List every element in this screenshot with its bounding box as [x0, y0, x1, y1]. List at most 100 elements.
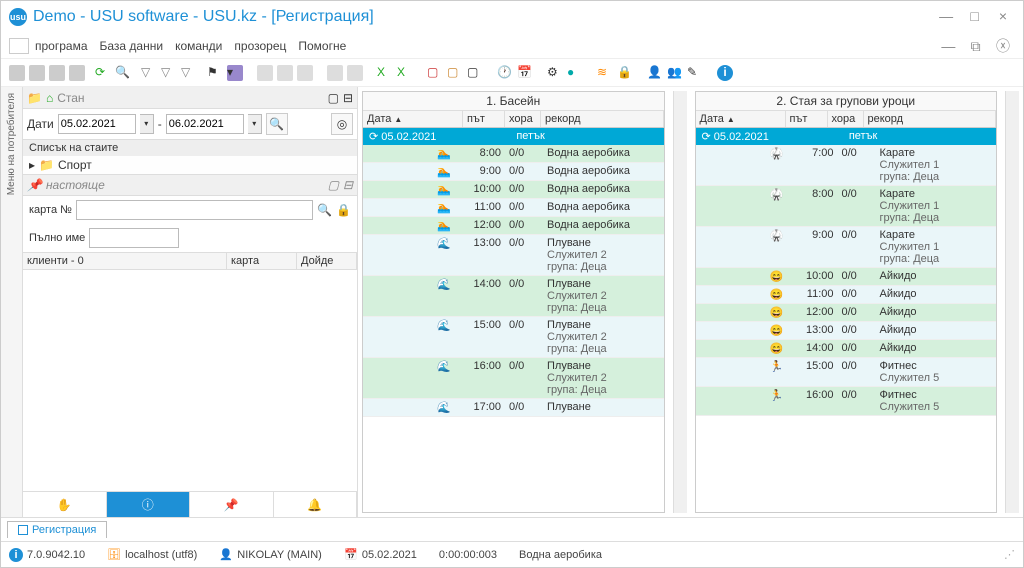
user-icon[interactable]: 👤	[647, 65, 663, 81]
col-people[interactable]: хора	[828, 111, 864, 127]
crumb-label[interactable]: Стан	[57, 91, 84, 105]
calendar-icon[interactable]: 📅	[517, 65, 533, 81]
hand-button[interactable]: ✋	[23, 492, 107, 517]
info-button[interactable]: ⓘ	[107, 492, 191, 517]
lock-icon[interactable]: 🔒	[617, 65, 633, 81]
maximize-button[interactable]: □	[963, 8, 987, 24]
schedule-row[interactable]: 🌊 15:00 0/0 ПлуванеСлужител 2група: Деца	[363, 317, 664, 358]
child-close-button[interactable]: ⓧ	[991, 36, 1015, 56]
filter-icon[interactable]: ▽	[141, 65, 157, 81]
child-minimize-button[interactable]: —	[936, 38, 960, 54]
tool-icon[interactable]: ▢	[447, 65, 463, 81]
schedule-row[interactable]: 🏃 16:00 0/0 ФитнесСлужител 5	[696, 387, 997, 416]
folder-icon[interactable]: 📁	[27, 91, 42, 105]
schedule-row[interactable]: 😄 12:00 0/0 Айкидо	[696, 304, 997, 322]
menu-help[interactable]: Помогне	[298, 39, 346, 53]
schedule-row[interactable]: 🏊 11:00 0/0 Водна аеробика	[363, 199, 664, 217]
col-record[interactable]: рекорд	[541, 111, 664, 127]
date-from-dropdown[interactable]: ▾	[140, 114, 154, 134]
excel-icon[interactable]: X	[377, 65, 393, 81]
schedule-row[interactable]: 🥋 7:00 0/0 КаратеСлужител 1група: Деца	[696, 145, 997, 186]
tab-registration[interactable]: Регистрация	[7, 521, 107, 538]
users-icon[interactable]: 👥	[667, 65, 683, 81]
search-button[interactable]: 🔍	[266, 113, 288, 135]
gear-icon[interactable]: ⚙	[547, 65, 563, 81]
menu-window[interactable]: прозорец	[234, 39, 286, 53]
child-restore-button[interactable]: ⧉	[964, 38, 988, 55]
bell-button[interactable]: 🔔	[274, 492, 358, 517]
schedule-row[interactable]: 🌊 13:00 0/0 ПлуванеСлужител 2група: Деца	[363, 235, 664, 276]
excel-icon[interactable]: X	[397, 65, 413, 81]
info-icon[interactable]: i	[717, 65, 733, 81]
tool-icon[interactable]: ▢	[467, 65, 483, 81]
schedule-row[interactable]: 🏊 10:00 0/0 Водна аеробика	[363, 181, 664, 199]
col-record[interactable]: рекорд	[864, 111, 997, 127]
image-icon[interactable]: ▾	[227, 65, 243, 81]
tool-icon[interactable]	[347, 65, 363, 81]
tool-icon[interactable]	[257, 65, 273, 81]
schedule-row[interactable]: 🌊 16:00 0/0 ПлуванеСлужител 2група: Деца	[363, 358, 664, 399]
schedule-row[interactable]: 😄 10:00 0/0 Айкидо	[696, 268, 997, 286]
scrollbar[interactable]	[673, 91, 687, 513]
schedule-row[interactable]: 🏊 8:00 0/0 Водна аеробика	[363, 145, 664, 163]
col-clients[interactable]: клиенти - 0	[23, 253, 227, 269]
schedule-row[interactable]: 🏃 15:00 0/0 ФитнесСлужител 5	[696, 358, 997, 387]
date-from-input[interactable]	[58, 114, 136, 134]
wand-icon[interactable]: ✎	[687, 65, 703, 81]
room-item[interactable]: ▸ 📁 Спорт	[23, 156, 357, 174]
home-icon[interactable]: ⌂	[46, 91, 53, 105]
panel-pin-icon[interactable]: ⊟	[343, 91, 353, 105]
col-time[interactable]: път	[786, 111, 828, 127]
date-to-dropdown[interactable]: ▾	[248, 114, 262, 134]
schedule-row[interactable]: 🥋 8:00 0/0 КаратеСлужител 1група: Деца	[696, 186, 997, 227]
sched-body[interactable]: ⟳ 05.02.2021петък 🏊 8:00 0/0 Водна аероб…	[363, 128, 664, 512]
col-came[interactable]: Дойде	[297, 253, 357, 269]
tool-icon[interactable]	[69, 65, 85, 81]
tool-icon[interactable]	[297, 65, 313, 81]
col-time[interactable]: път	[463, 111, 505, 127]
filter-icon[interactable]: ▽	[161, 65, 177, 81]
resize-grip-icon[interactable]: ⋰	[1004, 548, 1015, 561]
refresh-icon[interactable]: ⟳	[95, 65, 111, 81]
menu-program[interactable]: програма	[35, 39, 88, 53]
date-to-input[interactable]	[166, 114, 244, 134]
flag-icon[interactable]: ⚑	[207, 65, 223, 81]
globe-icon[interactable]: ●	[567, 65, 583, 81]
menu-database[interactable]: База данни	[100, 39, 164, 53]
schedule-row[interactable]: 🌊 17:00 0/0 Плуване	[363, 399, 664, 417]
user-menu-tab[interactable]: Меню на потребителя	[1, 87, 23, 517]
search-icon[interactable]: 🔍	[115, 65, 131, 81]
rss-icon[interactable]: ≋	[597, 65, 613, 81]
panel-max-icon[interactable]: ▢	[328, 178, 339, 192]
tool-icon[interactable]	[49, 65, 65, 81]
panel-pin-icon[interactable]: ⊟	[343, 178, 353, 192]
card-input[interactable]	[76, 200, 313, 220]
schedule-row[interactable]: 🏊 12:00 0/0 Водна аеробика	[363, 217, 664, 235]
minimize-button[interactable]: —	[934, 8, 958, 24]
schedule-row[interactable]: 😄 13:00 0/0 Айкидо	[696, 322, 997, 340]
lock-button[interactable]: 🔒	[336, 203, 351, 217]
col-date[interactable]: Дата ▲	[696, 111, 786, 127]
schedule-row[interactable]: 🏊 9:00 0/0 Водна аеробика	[363, 163, 664, 181]
door-icon[interactable]: ▢	[427, 65, 443, 81]
sched-body[interactable]: ⟳ 05.02.2021петък 🥋 7:00 0/0 КаратеСлужи…	[696, 128, 997, 512]
schedule-row[interactable]: 😄 14:00 0/0 Айкидо	[696, 340, 997, 358]
filter-icon[interactable]: ▽	[181, 65, 197, 81]
col-date[interactable]: Дата ▲	[363, 111, 463, 127]
panel-max-icon[interactable]: ▢	[328, 91, 339, 105]
target-button[interactable]: ◎	[331, 113, 353, 135]
name-input[interactable]	[89, 228, 179, 248]
schedule-row[interactable]: 😄 11:00 0/0 Айкидо	[696, 286, 997, 304]
col-people[interactable]: хора	[505, 111, 541, 127]
scrollbar[interactable]	[1005, 91, 1019, 513]
tool-icon[interactable]	[277, 65, 293, 81]
tool-icon[interactable]	[327, 65, 343, 81]
close-button[interactable]: ×	[991, 8, 1015, 24]
search-button[interactable]: 🔍	[317, 203, 332, 217]
clock-icon[interactable]: 🕐	[497, 65, 513, 81]
col-card[interactable]: карта	[227, 253, 297, 269]
pin-button[interactable]: 📌	[190, 492, 274, 517]
menu-commands[interactable]: команди	[175, 39, 222, 53]
tool-icon[interactable]	[9, 65, 25, 81]
schedule-row[interactable]: 🌊 14:00 0/0 ПлуванеСлужител 2група: Деца	[363, 276, 664, 317]
